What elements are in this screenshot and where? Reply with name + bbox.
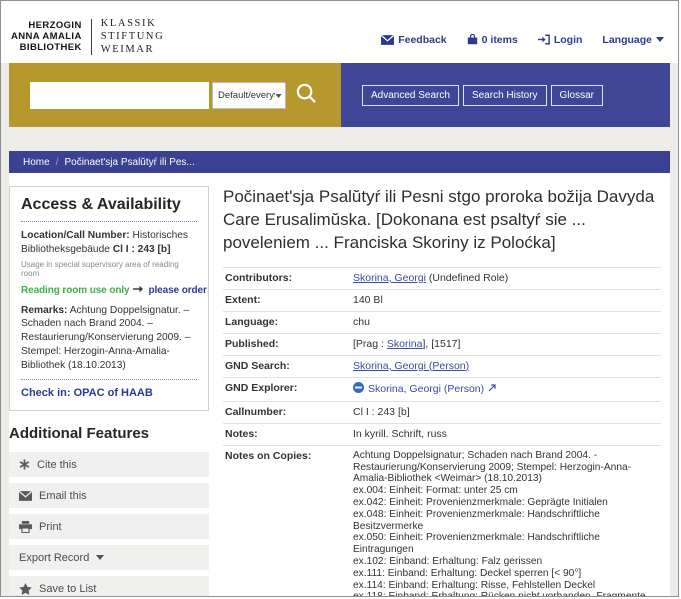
envelope-icon [381, 35, 394, 45]
copies-note-line: ex.111: Einband: Erhaltung: Deckel sperr… [353, 568, 661, 580]
search-form: Default/everything [9, 63, 341, 127]
logo-divider [91, 19, 92, 55]
gnd-explorer-icon [353, 382, 364, 397]
breadcrumb-current: Počinaet'sja Psalŭtyŕ ili Pes... [64, 157, 194, 168]
copies-note-line: ex.114: Einband: Erhaltung: Risse, Fehls… [353, 580, 661, 592]
feedback-link[interactable]: Feedback [381, 16, 446, 63]
caret-down-icon [656, 37, 664, 42]
breadcrumb-home-link[interactable]: Home [23, 157, 50, 168]
header-links: Feedback 0 items Login Language [381, 10, 664, 63]
advanced-search-button[interactable]: Advanced Search [362, 85, 459, 106]
please-order-link[interactable]: please order [148, 285, 206, 296]
search-input[interactable] [30, 82, 209, 109]
field-row-notes: Notes: In kyrill. Schrift, russ [223, 423, 661, 445]
record-title: Počinaet'sja Psalŭtyŕ ili Pesni stgo pro… [223, 186, 661, 255]
field-row-language: Language: chu [223, 311, 661, 333]
sidebar: Access & Availability Location/Call Numb… [9, 186, 209, 597]
field-row-gnd-explorer: GND Explorer: Skorina, Georgi (Person) [223, 377, 661, 401]
publisher-link[interactable]: Skorina [387, 338, 423, 350]
remarks: Remarks: Achtung Doppelsignatur. – Schad… [21, 304, 197, 373]
search-icon [295, 82, 318, 108]
gnd-explorer-link[interactable]: Skorina, Georgi (Person) [368, 383, 484, 395]
content: Access & Availability Location/Call Numb… [9, 173, 670, 597]
copies-note-line: ex.048: Einheit: Provenienzmerkmale: Han… [353, 509, 661, 533]
caret-down-icon [275, 90, 282, 101]
usage-note: Usage in special supervisory area of rea… [21, 260, 197, 278]
access-title: Access & Availability [21, 196, 197, 214]
access-availability-panel: Access & Availability Location/Call Numb… [9, 186, 209, 411]
status-badge: Reading room use only [21, 285, 129, 296]
printer-icon [19, 521, 32, 533]
library-logo[interactable]: HERZOGIN ANNA AMALIA BIBLIOTHEK KLASSIK … [11, 10, 164, 63]
field-row-gnd-search: GND Search: Skorina, Georgi (Person) [223, 355, 661, 377]
field-row-notes-on-copies: Notes on Copies: Achtung Doppelsignatur;… [223, 445, 661, 597]
record-detail: Počinaet'sja Psalŭtyŕ ili Pesni stgo pro… [223, 186, 670, 597]
email-this-button[interactable]: Email this [9, 483, 209, 508]
book-bag-link[interactable]: 0 items [467, 16, 518, 63]
copies-note-paragraph: Achtung Doppelsignatur; Schaden nach Bra… [353, 450, 661, 485]
glossar-button[interactable]: Glossar [551, 85, 603, 106]
field-row-contributors: Contributors: Skorina, Georgi (Undefined… [223, 267, 661, 289]
external-link-icon [488, 383, 496, 396]
field-row-callnumber: Callnumber: Cl I : 243 [b] [223, 401, 661, 423]
gnd-search-link[interactable]: Skorina, Georgi (Person) [353, 360, 469, 372]
divider [21, 379, 197, 380]
caret-down-icon [96, 555, 104, 560]
envelope-icon [19, 491, 32, 501]
field-row-extent: Extent: 140 Bl [223, 289, 661, 311]
breadcrumb: Home / Počinaet'sja Psalŭtyŕ ili Pes... [9, 151, 670, 173]
additional-features-title: Additional Features [9, 425, 209, 442]
asterisk-icon [19, 459, 30, 470]
arrow-right-icon [133, 285, 144, 296]
export-record-dropdown[interactable]: Export Record [9, 545, 209, 570]
copies-note-line: ex.004: Einheit: Format: unter 25 cm [353, 485, 661, 497]
copies-note-lines: ex.004: Einheit: Format: unter 25 cmex.0… [353, 485, 661, 597]
logo-right-text: KLASSIK STIFTUNG WEIMAR [101, 17, 165, 56]
spacer [9, 127, 670, 151]
cite-this-button[interactable]: Cite this [9, 452, 209, 477]
copies-note-line: ex.042: Einheit: Provenienzmerkmale: Gep… [353, 497, 661, 509]
copies-note-line: ex.102: Einband: Erhaltung: Falz gerisse… [353, 556, 661, 568]
divider [21, 221, 197, 222]
checkin-line: Check in: OPAC of HAAB [21, 387, 197, 399]
search-history-button[interactable]: Search History [463, 85, 547, 106]
record-fields-table: Contributors: Skorina, Georgi (Undefined… [223, 267, 661, 597]
copies-note-line: ex.118: Einband: Erhaltung: Rücken nicht… [353, 591, 661, 597]
contributor-link[interactable]: Skorina, Georgi [353, 272, 426, 284]
availability-status: Reading room use only please order [21, 285, 197, 296]
star-icon [19, 583, 32, 595]
opac-haab-link[interactable]: OPAC of HAAB [74, 387, 153, 399]
book-bag-icon [467, 34, 478, 45]
save-to-list-button[interactable]: Save to List [9, 576, 209, 597]
logo-left-text: HERZOGIN ANNA AMALIA BIBLIOTHEK [11, 20, 82, 54]
field-row-published: Published: [Prag : Skorina], [1517] [223, 333, 661, 355]
login-link[interactable]: Login [538, 16, 583, 63]
location-callnumber: Location/Call Number: Historisches Bibli… [21, 229, 197, 257]
print-button[interactable]: Print [9, 514, 209, 539]
search-type-dropdown[interactable]: Default/everything [212, 82, 286, 109]
search-band: Default/everything Advanced Search Searc… [9, 63, 670, 127]
login-icon [538, 34, 550, 45]
copies-note-line: ex.050: Einheit: Provenienzmerkmale: Han… [353, 532, 661, 556]
page-body: Default/everything Advanced Search Searc… [1, 63, 678, 597]
breadcrumb-separator: / [56, 157, 59, 168]
catalog-page: HERZOGIN ANNA AMALIA BIBLIOTHEK KLASSIK … [0, 0, 679, 597]
search-tools: Advanced Search Search History Glossar [341, 63, 670, 127]
language-dropdown[interactable]: Language [602, 16, 664, 63]
search-button[interactable] [295, 82, 318, 108]
header: HERZOGIN ANNA AMALIA BIBLIOTHEK KLASSIK … [1, 1, 678, 63]
